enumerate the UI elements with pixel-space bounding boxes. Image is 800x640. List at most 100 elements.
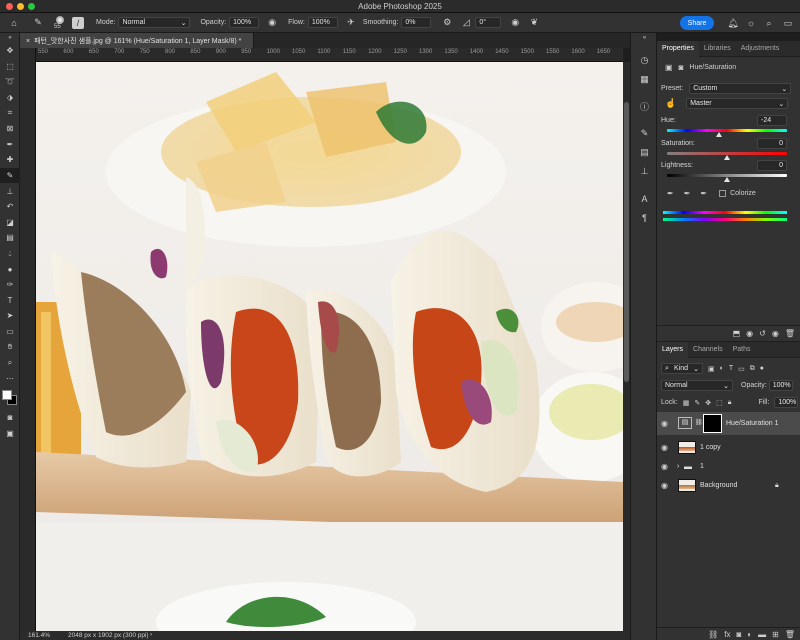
- eyedropper-tool-icon[interactable]: ✒: [0, 137, 20, 153]
- colorize-checkbox[interactable]: [719, 190, 727, 197]
- lock-image-icon[interactable]: ✎: [694, 399, 700, 407]
- blur-tool-icon[interactable]: 💧︎: [0, 246, 20, 262]
- airbrush-icon[interactable]: ✈: [345, 17, 357, 29]
- status-chevron-icon[interactable]: ›: [150, 631, 152, 638]
- visibility-eye-icon[interactable]: ◉: [661, 462, 668, 471]
- search-icon[interactable]: ⌕: [763, 17, 775, 29]
- mask-link-icon[interactable]: ⛓: [695, 419, 703, 426]
- filter-type-icon[interactable]: T: [729, 365, 733, 372]
- workspace-icon[interactable]: ▭: [782, 17, 794, 29]
- character-icon[interactable]: A: [631, 189, 658, 208]
- brush-tool-preset-icon[interactable]: ✎: [32, 17, 44, 29]
- tab-paths[interactable]: Paths: [728, 342, 756, 358]
- brush-tool-icon[interactable]: ✎: [0, 167, 20, 184]
- canvas[interactable]: [36, 62, 623, 631]
- new-group-icon[interactable]: ▬: [758, 630, 766, 639]
- frame-tool-icon[interactable]: ⊠: [0, 121, 20, 137]
- symmetry-icon[interactable]: ❦: [528, 17, 540, 29]
- clone-stamp-tool-icon[interactable]: ⊥: [0, 183, 20, 199]
- hue-field[interactable]: -24: [757, 115, 787, 126]
- channel-select[interactable]: Master ⌄: [686, 98, 789, 109]
- share-button[interactable]: Share: [680, 16, 714, 30]
- history-icon[interactable]: ◷: [631, 51, 658, 70]
- pen-tool-icon[interactable]: ✑: [0, 277, 20, 293]
- move-tool-icon[interactable]: ✥: [0, 43, 20, 59]
- layer-filter-select[interactable]: ⌕ Kind ⌄: [661, 363, 703, 374]
- filter-toggle-icon[interactable]: ●: [760, 365, 764, 372]
- toolbar-collapse-icon[interactable]: »: [0, 33, 20, 43]
- visibility-eye-icon[interactable]: ◉: [661, 481, 668, 490]
- color-swatches[interactable]: [0, 386, 20, 410]
- zoom-tool-icon[interactable]: ⌕: [0, 355, 20, 371]
- eyedropper-icon[interactable]: ✒: [667, 189, 674, 198]
- zoom-level[interactable]: 161.4%: [28, 632, 50, 639]
- pressure-size-icon[interactable]: ◉: [509, 17, 521, 29]
- flow-field[interactable]: 100%: [307, 17, 338, 28]
- brushes-icon[interactable]: ✎: [631, 124, 658, 143]
- tab-libraries[interactable]: Libraries: [699, 41, 736, 57]
- saturation-slider-thumb[interactable]: [724, 155, 730, 160]
- new-fill-adjustment-icon[interactable]: ◐: [747, 630, 752, 639]
- pressure-opacity-icon[interactable]: ◉: [266, 17, 278, 29]
- reset-icon[interactable]: ↺: [759, 329, 766, 338]
- brush-settings-icon[interactable]: /: [72, 16, 84, 29]
- layer-mask-thumb[interactable]: [703, 414, 722, 433]
- brush-size-picker[interactable]: 55: [52, 15, 68, 31]
- add-mask-icon[interactable]: ◙: [736, 630, 741, 639]
- rectangle-tool-icon[interactable]: ▭: [0, 324, 20, 340]
- discover-icon[interactable]: ☼: [745, 17, 757, 29]
- hue-slider-track[interactable]: [667, 129, 787, 132]
- view-previous-icon[interactable]: ◉: [746, 329, 753, 338]
- marquee-tool-icon[interactable]: ⬚: [0, 59, 20, 75]
- home-icon[interactable]: ⌂: [8, 17, 20, 29]
- visibility-eye-icon[interactable]: ◉: [661, 443, 668, 452]
- angle-field[interactable]: 0°: [475, 17, 502, 28]
- lock-artboard-icon[interactable]: ⬚: [716, 399, 723, 407]
- notifications-icon[interactable]: 🔔︎: [727, 17, 739, 29]
- preset-select[interactable]: Custom ⌄: [689, 83, 792, 94]
- tab-adjustments[interactable]: Adjustments: [736, 41, 785, 57]
- smoothing-settings-icon[interactable]: ⚙: [441, 17, 453, 29]
- layer-row-hue-saturation[interactable]: ◉ ▤ ⛓ Hue/Saturation 1: [657, 412, 800, 435]
- mode-select[interactable]: Normal ⌄: [118, 17, 191, 28]
- delete-layer-icon[interactable]: 🗑︎: [785, 630, 795, 639]
- info-icon[interactable]: ⓘ: [631, 97, 658, 116]
- saturation-field[interactable]: 0: [757, 138, 787, 149]
- eraser-tool-icon[interactable]: ◪: [0, 215, 20, 231]
- lock-all-icon[interactable]: 🔒︎: [728, 399, 732, 407]
- link-layers-icon[interactable]: ⛓: [708, 630, 718, 639]
- visibility-icon[interactable]: ◉: [772, 329, 779, 338]
- more-tools-icon[interactable]: ⋯: [0, 370, 20, 386]
- screen-mode-icon[interactable]: ▣: [0, 426, 20, 442]
- path-selection-tool-icon[interactable]: ➤: [0, 308, 20, 324]
- layer-opacity-field[interactable]: 100%: [768, 380, 793, 391]
- lightness-slider-thumb[interactable]: [724, 177, 730, 182]
- brush-settings-panel-icon[interactable]: ▤: [631, 143, 658, 162]
- filter-adjustment-icon[interactable]: ◐: [720, 365, 724, 372]
- object-selection-tool-icon[interactable]: ⬗: [0, 90, 20, 106]
- document-close-icon[interactable]: ×: [26, 38, 30, 45]
- clip-to-layer-icon[interactable]: ⬒: [733, 329, 741, 338]
- history-brush-tool-icon[interactable]: ↶: [0, 199, 20, 215]
- filter-pixel-icon[interactable]: ▣: [708, 365, 715, 373]
- mask-icon[interactable]: ◙: [679, 63, 684, 72]
- filter-smart-object-icon[interactable]: ⧉: [750, 365, 755, 373]
- strip-collapse-icon[interactable]: «: [631, 33, 658, 43]
- foreground-color-swatch[interactable]: [2, 390, 12, 401]
- tab-channels[interactable]: Channels: [688, 342, 728, 358]
- tab-properties[interactable]: Properties: [657, 40, 699, 57]
- crop-tool-icon[interactable]: ⌗: [0, 105, 20, 121]
- filter-shape-icon[interactable]: ▭: [738, 365, 745, 373]
- document-tab[interactable]: × 패턴_맛한사진 샘플.jpg @ 161% (Hue/Saturation 1…: [20, 33, 254, 48]
- opacity-field[interactable]: 100%: [229, 17, 260, 28]
- hand-tool-icon[interactable]: ✋︎: [0, 339, 20, 355]
- smoothing-field[interactable]: 0%: [401, 17, 432, 28]
- eyedropper-minus-icon[interactable]: ✒: [700, 189, 707, 198]
- type-tool-icon[interactable]: T: [0, 293, 20, 309]
- targeted-adjustment-icon[interactable]: ☝: [665, 98, 676, 109]
- styles-icon[interactable]: ▦: [631, 70, 658, 89]
- tab-layers[interactable]: Layers: [657, 341, 689, 358]
- clone-source-icon[interactable]: ⊥: [631, 162, 658, 181]
- delete-adjustment-icon[interactable]: 🗑︎: [785, 329, 795, 338]
- vertical-scrollbar-thumb[interactable]: [624, 102, 629, 382]
